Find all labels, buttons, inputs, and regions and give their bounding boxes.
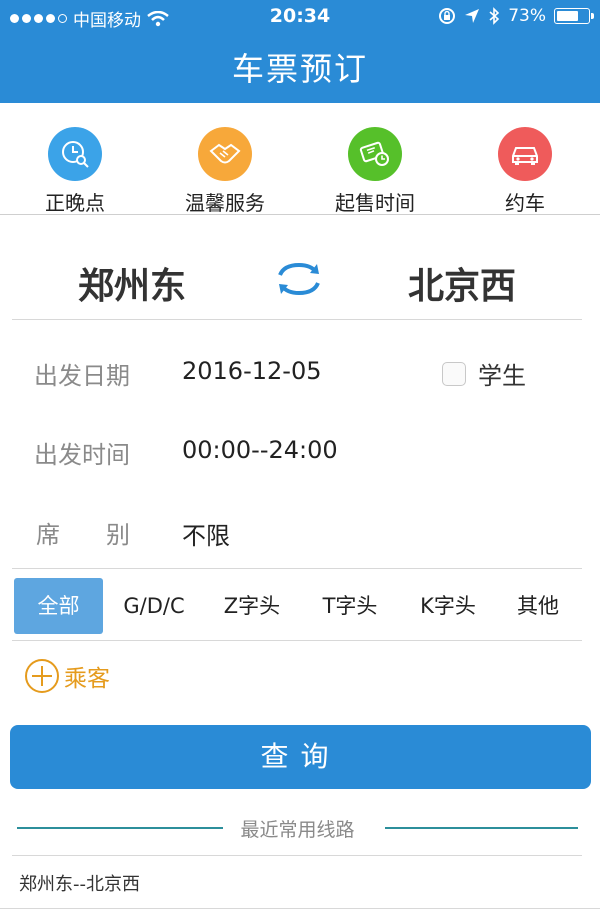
departure-date-row[interactable]: 出发日期 2016-12-05 学生 — [12, 330, 582, 408]
filter-k[interactable]: K字头 — [400, 578, 496, 634]
quick-link-car[interactable]: 约车 — [450, 127, 600, 216]
add-circle-icon — [25, 659, 59, 693]
student-checkbox[interactable] — [442, 361, 466, 386]
seat-type-value[interactable]: 不限 — [182, 516, 230, 551]
quick-link-label: 起售时间 — [335, 191, 415, 215]
car-icon — [498, 127, 552, 181]
departure-date-value[interactable]: 2016-12-05 — [182, 357, 321, 385]
page-title: 车票预订 — [231, 50, 368, 88]
filter-z[interactable]: Z字头 — [204, 578, 300, 634]
quick-links: 正晚点 温馨服务 起售时间 约车 — [0, 103, 600, 215]
search-button[interactable]: 查询 — [10, 725, 591, 789]
seat-type-row[interactable]: 席 别 不限 — [12, 489, 582, 567]
swap-stations-icon[interactable] — [274, 259, 324, 299]
ticket-clock-icon — [348, 127, 402, 181]
seat-type-label-part1: 席 — [36, 521, 60, 549]
battery-icon — [554, 8, 594, 24]
arrival-station[interactable]: 北京西 — [408, 257, 516, 309]
location-arrow-icon — [465, 9, 480, 23]
quick-link-label: 正晚点 — [45, 191, 105, 215]
filter-t[interactable]: T字头 — [302, 578, 398, 634]
departure-station[interactable]: 郑州东 — [78, 257, 186, 309]
filter-all[interactable]: 全部 — [14, 578, 103, 634]
status-bar: 中国移动 20:34 73% — [0, 0, 600, 34]
filter-other[interactable]: 其他 — [500, 578, 576, 634]
handshake-icon — [198, 127, 252, 181]
battery-percent: 73% — [508, 6, 546, 26]
divider — [12, 855, 582, 856]
quick-link-sale-time[interactable]: 起售时间 — [300, 127, 450, 216]
heading-divider-right — [385, 827, 578, 829]
app-header: 中国移动 20:34 73% 车票预订 — [0, 0, 600, 103]
add-passenger-label: 乘客 — [64, 666, 110, 692]
quick-link-service[interactable]: 温馨服务 — [150, 127, 300, 216]
student-label: 学生 — [478, 362, 526, 390]
recent-route-item[interactable]: 郑州东--北京西 — [19, 870, 140, 896]
quick-link-label: 约车 — [505, 191, 545, 215]
add-passenger-button[interactable]: 乘客 — [24, 658, 110, 694]
departure-time-label: 出发时间 — [34, 441, 130, 469]
filter-gdc[interactable]: G/D/C — [108, 578, 200, 634]
student-option[interactable]: 学生 — [442, 356, 526, 391]
seat-type-label-part2: 别 — [106, 521, 130, 549]
divider — [0, 908, 600, 909]
rotation-lock-icon — [439, 8, 456, 24]
recent-routes-heading: 最近常用线路 — [17, 815, 578, 843]
departure-time-row[interactable]: 出发时间 00:00--24:00 — [12, 409, 582, 487]
departure-date-label: 出发日期 — [34, 362, 130, 390]
train-type-filters: 全部 G/D/C Z字头 T字头 K字头 其他 — [12, 568, 582, 641]
clock-search-icon — [48, 127, 102, 181]
quick-link-label: 温馨服务 — [185, 191, 265, 215]
quick-link-delay-status[interactable]: 正晚点 — [0, 127, 150, 216]
route-selector: 郑州东 北京西 — [12, 215, 582, 320]
bluetooth-icon — [489, 7, 500, 25]
departure-time-value[interactable]: 00:00--24:00 — [182, 436, 338, 464]
